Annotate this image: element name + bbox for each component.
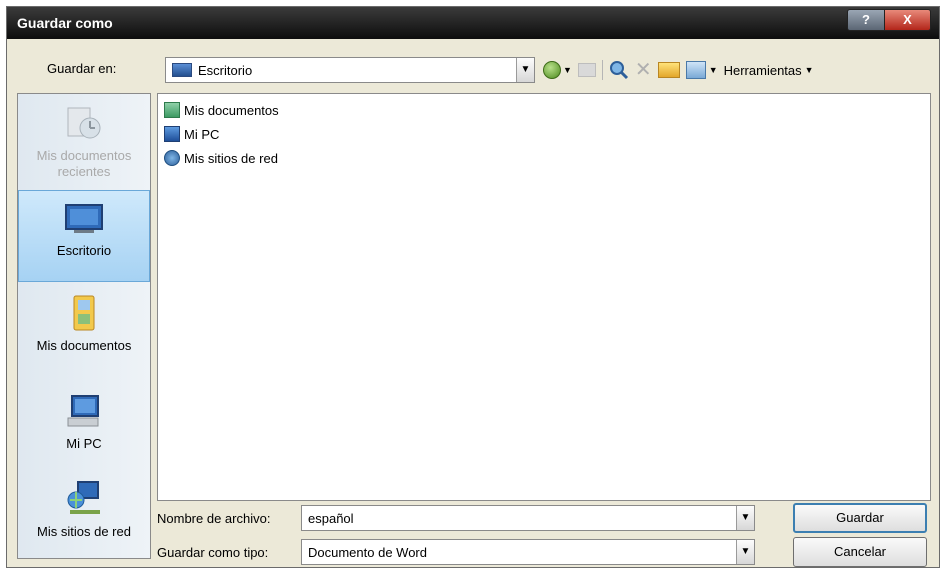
- up-folder-button[interactable]: [577, 59, 596, 81]
- delete-button[interactable]: ✕: [635, 59, 652, 81]
- tools-menu-button[interactable]: Herramientas ▼: [724, 59, 814, 81]
- views-button[interactable]: ▼: [685, 59, 718, 81]
- search-web-button[interactable]: [609, 59, 629, 81]
- my-documents-icon: [73, 295, 95, 331]
- filetype-value: Documento de Word: [308, 545, 427, 560]
- back-button[interactable]: ▼: [543, 59, 572, 81]
- filename-input[interactable]: español ▼: [301, 505, 755, 531]
- chevron-down-icon[interactable]: ▼: [736, 540, 754, 564]
- tools-menu-label: Herramientas: [723, 62, 802, 78]
- place-label-desktop: Escritorio: [56, 243, 112, 258]
- new-folder-icon: [657, 62, 680, 78]
- network-icon: [164, 150, 180, 166]
- tools-dropdown-icon: ▼: [804, 65, 814, 75]
- delete-icon: ✕: [634, 59, 652, 81]
- close-button[interactable]: X: [885, 9, 931, 31]
- cancel-button[interactable]: Cancelar: [793, 537, 927, 567]
- save-in-value: Escritorio: [198, 63, 253, 78]
- file-item-network[interactable]: Mis sitios de red: [164, 148, 278, 168]
- toolbar: ▼ ✕ ▼ Herramientas ▼: [543, 57, 814, 83]
- recent-documents-icon: [67, 107, 101, 139]
- search-icon: [609, 61, 628, 80]
- places-bar: Mis documentos recientes Escritorio Mis …: [17, 93, 151, 559]
- back-arrow-icon: [543, 61, 561, 79]
- title-bar-buttons: ? X: [847, 9, 931, 31]
- views-dropdown-icon: ▼: [708, 65, 718, 75]
- save-as-dialog: Guardar como ? X Guardar en: Escritorio …: [6, 6, 940, 568]
- place-label-my-documents: Mis documentos: [36, 338, 132, 353]
- save-button[interactable]: Guardar: [793, 503, 927, 533]
- filename-label: Nombre de archivo:: [157, 511, 271, 526]
- network-places-icon: [67, 481, 100, 514]
- desktop-small-icon: [172, 63, 192, 77]
- place-label-recent: Mis documentos recientes: [36, 148, 132, 179]
- chevron-down-icon[interactable]: ▼: [736, 506, 754, 530]
- desktop-icon: [65, 204, 103, 233]
- file-name: Mis sitios de red: [184, 150, 278, 166]
- file-item-my-computer[interactable]: Mi PC: [164, 124, 219, 144]
- file-name: Mis documentos: [184, 102, 279, 118]
- place-label-my-computer: Mi PC: [66, 436, 102, 451]
- help-button[interactable]: ?: [847, 9, 885, 31]
- title-bar[interactable]: Guardar como ? X: [7, 7, 939, 39]
- place-label-network: Mis sitios de red: [37, 524, 131, 539]
- back-dropdown-icon: ▼: [563, 65, 572, 75]
- folder-icon: [164, 102, 180, 118]
- place-my-documents[interactable]: Mis documentos: [18, 286, 150, 378]
- new-folder-button[interactable]: [657, 59, 680, 81]
- filename-value: español: [308, 511, 354, 526]
- chevron-down-icon[interactable]: ▼: [516, 58, 534, 82]
- file-list[interactable]: Mis documentos Mi PC Mis sitios de red: [157, 93, 931, 501]
- toolbar-separator: [601, 60, 603, 80]
- file-name: Mi PC: [184, 126, 220, 142]
- place-network-places[interactable]: Mis sitios de red: [18, 472, 150, 564]
- place-recent-documents[interactable]: Mis documentos recientes: [18, 96, 150, 188]
- filetype-label: Guardar como tipo:: [157, 545, 269, 560]
- dialog-title: Guardar como: [17, 15, 113, 31]
- place-desktop[interactable]: Escritorio: [18, 190, 150, 282]
- up-folder-icon: [577, 63, 596, 77]
- computer-icon: [164, 126, 180, 142]
- save-in-label: Guardar en:: [47, 61, 117, 76]
- place-my-computer[interactable]: Mi PC: [18, 384, 150, 476]
- filetype-select[interactable]: Documento de Word ▼: [301, 539, 755, 565]
- views-icon: [685, 61, 706, 79]
- my-computer-icon: [67, 395, 99, 427]
- save-in-combobox[interactable]: Escritorio ▼: [165, 57, 535, 83]
- file-item-my-documents[interactable]: Mis documentos: [164, 100, 279, 120]
